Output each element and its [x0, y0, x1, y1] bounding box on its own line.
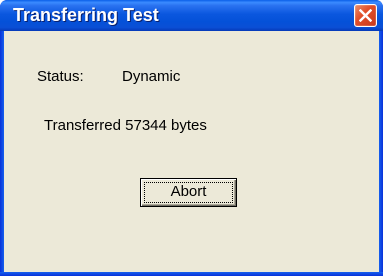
status-value: Dynamic — [122, 68, 181, 85]
dialog-window: Transferring Test Status: Dynamic Transf… — [0, 0, 383, 276]
window-title: Transferring Test — [13, 5, 159, 25]
window-frame-right — [379, 31, 383, 276]
abort-button[interactable]: Abort — [140, 178, 237, 207]
close-button[interactable] — [354, 4, 377, 27]
abort-button-label: Abort — [170, 183, 207, 200]
window-frame-bottom — [0, 272, 383, 276]
transferred-bytes-text: Transferred 57344 bytes — [44, 117, 207, 134]
title-bar[interactable]: Transferring Test — [0, 0, 383, 31]
status-label: Status: — [37, 68, 84, 85]
close-icon — [359, 9, 372, 22]
